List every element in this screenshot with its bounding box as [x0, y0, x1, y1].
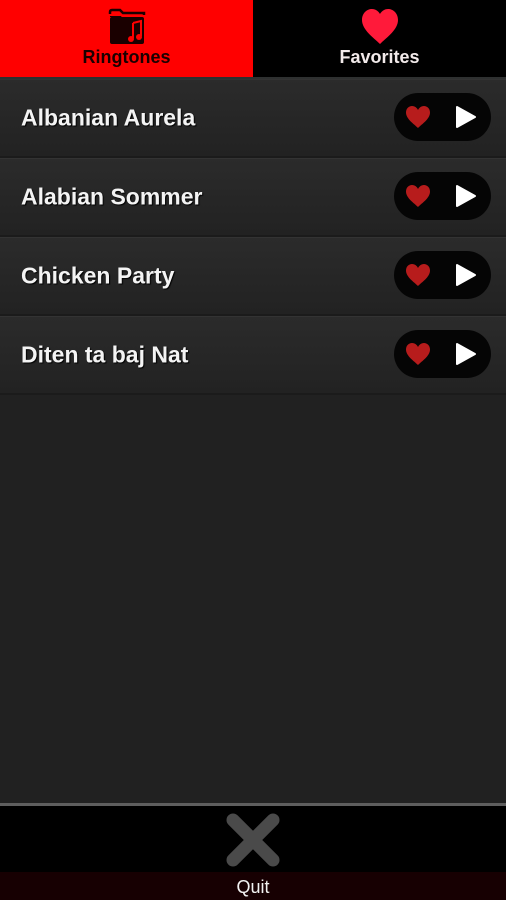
- folder-music-icon: [108, 8, 145, 44]
- heart-icon: [406, 106, 430, 128]
- play-button[interactable]: [442, 330, 490, 378]
- ringtone-actions: [394, 251, 491, 299]
- heart-icon: [406, 264, 430, 286]
- ringtone-title: Chicken Party: [21, 262, 175, 289]
- ringtone-actions: [394, 93, 491, 141]
- quit-label: Quit: [236, 877, 270, 897]
- close-x-icon: [226, 813, 280, 867]
- tab-ringtones[interactable]: Ringtones: [0, 0, 253, 77]
- heart-icon: [406, 185, 430, 207]
- ringtone-row[interactable]: Alabian Sommer: [0, 158, 506, 237]
- ringtone-title: Albanian Aurela: [21, 104, 196, 131]
- favorite-button[interactable]: [394, 251, 442, 299]
- play-button[interactable]: [442, 251, 490, 299]
- ringtone-list: Albanian Aurela Alabian Sommer Chicken P…: [0, 79, 506, 395]
- favorite-button[interactable]: [394, 330, 442, 378]
- ringtone-row[interactable]: Diten ta baj Nat: [0, 316, 506, 395]
- tab-favorites[interactable]: Favorites: [253, 0, 506, 77]
- tab-ringtones-label: Ringtones: [82, 47, 171, 67]
- play-icon: [456, 343, 476, 365]
- ringtone-actions: [394, 172, 491, 220]
- favorite-button[interactable]: [394, 172, 442, 220]
- tab-bar: Ringtones Favorites: [0, 0, 506, 77]
- play-icon: [456, 185, 476, 207]
- heart-icon: [361, 9, 398, 44]
- tab-favorites-label: Favorites: [339, 47, 420, 67]
- ringtone-row[interactable]: Albanian Aurela: [0, 79, 506, 158]
- quit-label-bar[interactable]: Quit: [0, 872, 506, 900]
- play-icon: [456, 106, 476, 128]
- ringtone-row[interactable]: Chicken Party: [0, 237, 506, 316]
- favorite-button[interactable]: [394, 93, 442, 141]
- ringtone-title: Diten ta baj Nat: [21, 341, 189, 368]
- play-button[interactable]: [442, 93, 490, 141]
- play-icon: [456, 264, 476, 286]
- heart-icon: [406, 343, 430, 365]
- ringtone-title: Alabian Sommer: [21, 183, 203, 210]
- quit-button[interactable]: [0, 806, 506, 872]
- ringtone-actions: [394, 330, 491, 378]
- play-button[interactable]: [442, 172, 490, 220]
